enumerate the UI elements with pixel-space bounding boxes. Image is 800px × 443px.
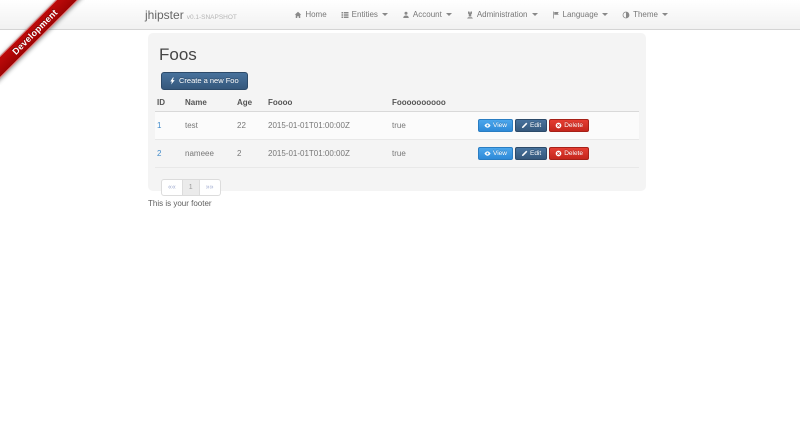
- home-icon: [294, 11, 302, 19]
- table-row: 2 nameee 2 2015-01-01T01:00:00Z true Vie…: [155, 140, 639, 168]
- header-age: Age: [235, 94, 266, 112]
- pagination: «« 1 »»: [161, 179, 221, 196]
- view-button-label: View: [493, 150, 507, 157]
- adjust-icon: [622, 11, 630, 19]
- navbar-inner: jhipster v0.1-SNAPSHOT Home Entities Acc…: [145, 0, 675, 29]
- cell-foolong: true: [390, 112, 476, 140]
- brand-version: v0.1-SNAPSHOT: [187, 14, 237, 21]
- content-panel: Foos Create a new Foo ID Name Age Foooo …: [148, 33, 646, 191]
- navbar: jhipster v0.1-SNAPSHOT Home Entities Acc…: [0, 0, 800, 30]
- delete-button[interactable]: Delete: [549, 119, 589, 132]
- nav-item-entities[interactable]: Entities: [334, 0, 395, 29]
- user-icon: [402, 11, 410, 19]
- nav-item-theme[interactable]: Theme: [615, 0, 675, 29]
- pencil-icon: [521, 150, 528, 157]
- create-foo-button[interactable]: Create a new Foo: [161, 72, 248, 90]
- row-actions: View Edit Delete: [478, 147, 635, 160]
- caret-down-icon: [602, 13, 608, 16]
- header-foolong: Foooooooooo: [390, 94, 476, 112]
- edit-button[interactable]: Edit: [515, 147, 547, 160]
- nav-label: Administration: [477, 10, 528, 19]
- pagination-last-button[interactable]: »»: [200, 179, 221, 196]
- header-actions: [476, 94, 639, 112]
- pagination-page-1[interactable]: 1: [183, 179, 200, 196]
- th-list-icon: [341, 11, 349, 19]
- cell-foolong: true: [390, 140, 476, 168]
- table-row: 1 test 22 2015-01-01T01:00:00Z true View: [155, 112, 639, 140]
- header-name: Name: [183, 94, 235, 112]
- footer-text: This is your footer: [148, 199, 212, 208]
- cell-age: 2: [235, 140, 266, 168]
- flash-icon: [169, 77, 176, 85]
- remove-circle-icon: [555, 150, 562, 157]
- nav-item-home[interactable]: Home: [287, 0, 333, 29]
- caret-down-icon: [446, 13, 452, 16]
- caret-down-icon: [662, 13, 668, 16]
- delete-button-label: Delete: [564, 150, 583, 157]
- nav-item-language[interactable]: Language: [545, 0, 616, 29]
- nav-label: Language: [563, 10, 599, 19]
- nav-item-administration[interactable]: Administration: [459, 0, 545, 29]
- pagination-first-button[interactable]: ««: [161, 179, 183, 196]
- cell-foooo: 2015-01-01T01:00:00Z: [266, 112, 390, 140]
- nav-label: Account: [413, 10, 442, 19]
- delete-button-label: Delete: [564, 122, 583, 129]
- page-title: Foos: [148, 33, 646, 65]
- foo-table: ID Name Age Foooo Foooooooooo 1 test 22 …: [155, 94, 639, 168]
- brand-link[interactable]: jhipster v0.1-SNAPSHOT: [145, 8, 237, 22]
- row-id-link[interactable]: 2: [157, 149, 161, 158]
- cell-age: 22: [235, 112, 266, 140]
- create-foo-button-label: Create a new Foo: [179, 76, 239, 85]
- navbar-menu: Home Entities Account Administration: [287, 0, 675, 29]
- eye-icon: [484, 150, 491, 157]
- brand-name: jhipster: [145, 8, 184, 22]
- view-button-label: View: [493, 122, 507, 129]
- cell-foooo: 2015-01-01T01:00:00Z: [266, 140, 390, 168]
- view-button[interactable]: View: [478, 147, 513, 160]
- pencil-icon: [521, 122, 528, 129]
- view-button[interactable]: View: [478, 119, 513, 132]
- cell-name: nameee: [183, 140, 235, 168]
- delete-button[interactable]: Delete: [549, 147, 589, 160]
- row-id-link[interactable]: 1: [157, 121, 161, 130]
- table-header-row: ID Name Age Foooo Foooooooooo: [155, 94, 639, 112]
- caret-down-icon: [532, 13, 538, 16]
- caret-down-icon: [382, 13, 388, 16]
- eye-icon: [484, 122, 491, 129]
- nav-label: Theme: [633, 10, 658, 19]
- edit-button[interactable]: Edit: [515, 119, 547, 132]
- nav-label: Entities: [352, 10, 378, 19]
- page: Development jhipster v0.1-SNAPSHOT Home …: [0, 0, 800, 443]
- header-foooo: Foooo: [266, 94, 390, 112]
- edit-button-label: Edit: [530, 122, 541, 129]
- cell-name: test: [183, 112, 235, 140]
- nav-label: Home: [305, 10, 326, 19]
- tower-icon: [466, 11, 474, 19]
- remove-circle-icon: [555, 122, 562, 129]
- edit-button-label: Edit: [530, 150, 541, 157]
- row-actions: View Edit Delete: [478, 119, 635, 132]
- header-id: ID: [155, 94, 183, 112]
- nav-item-account[interactable]: Account: [395, 0, 459, 29]
- flag-icon: [552, 11, 560, 19]
